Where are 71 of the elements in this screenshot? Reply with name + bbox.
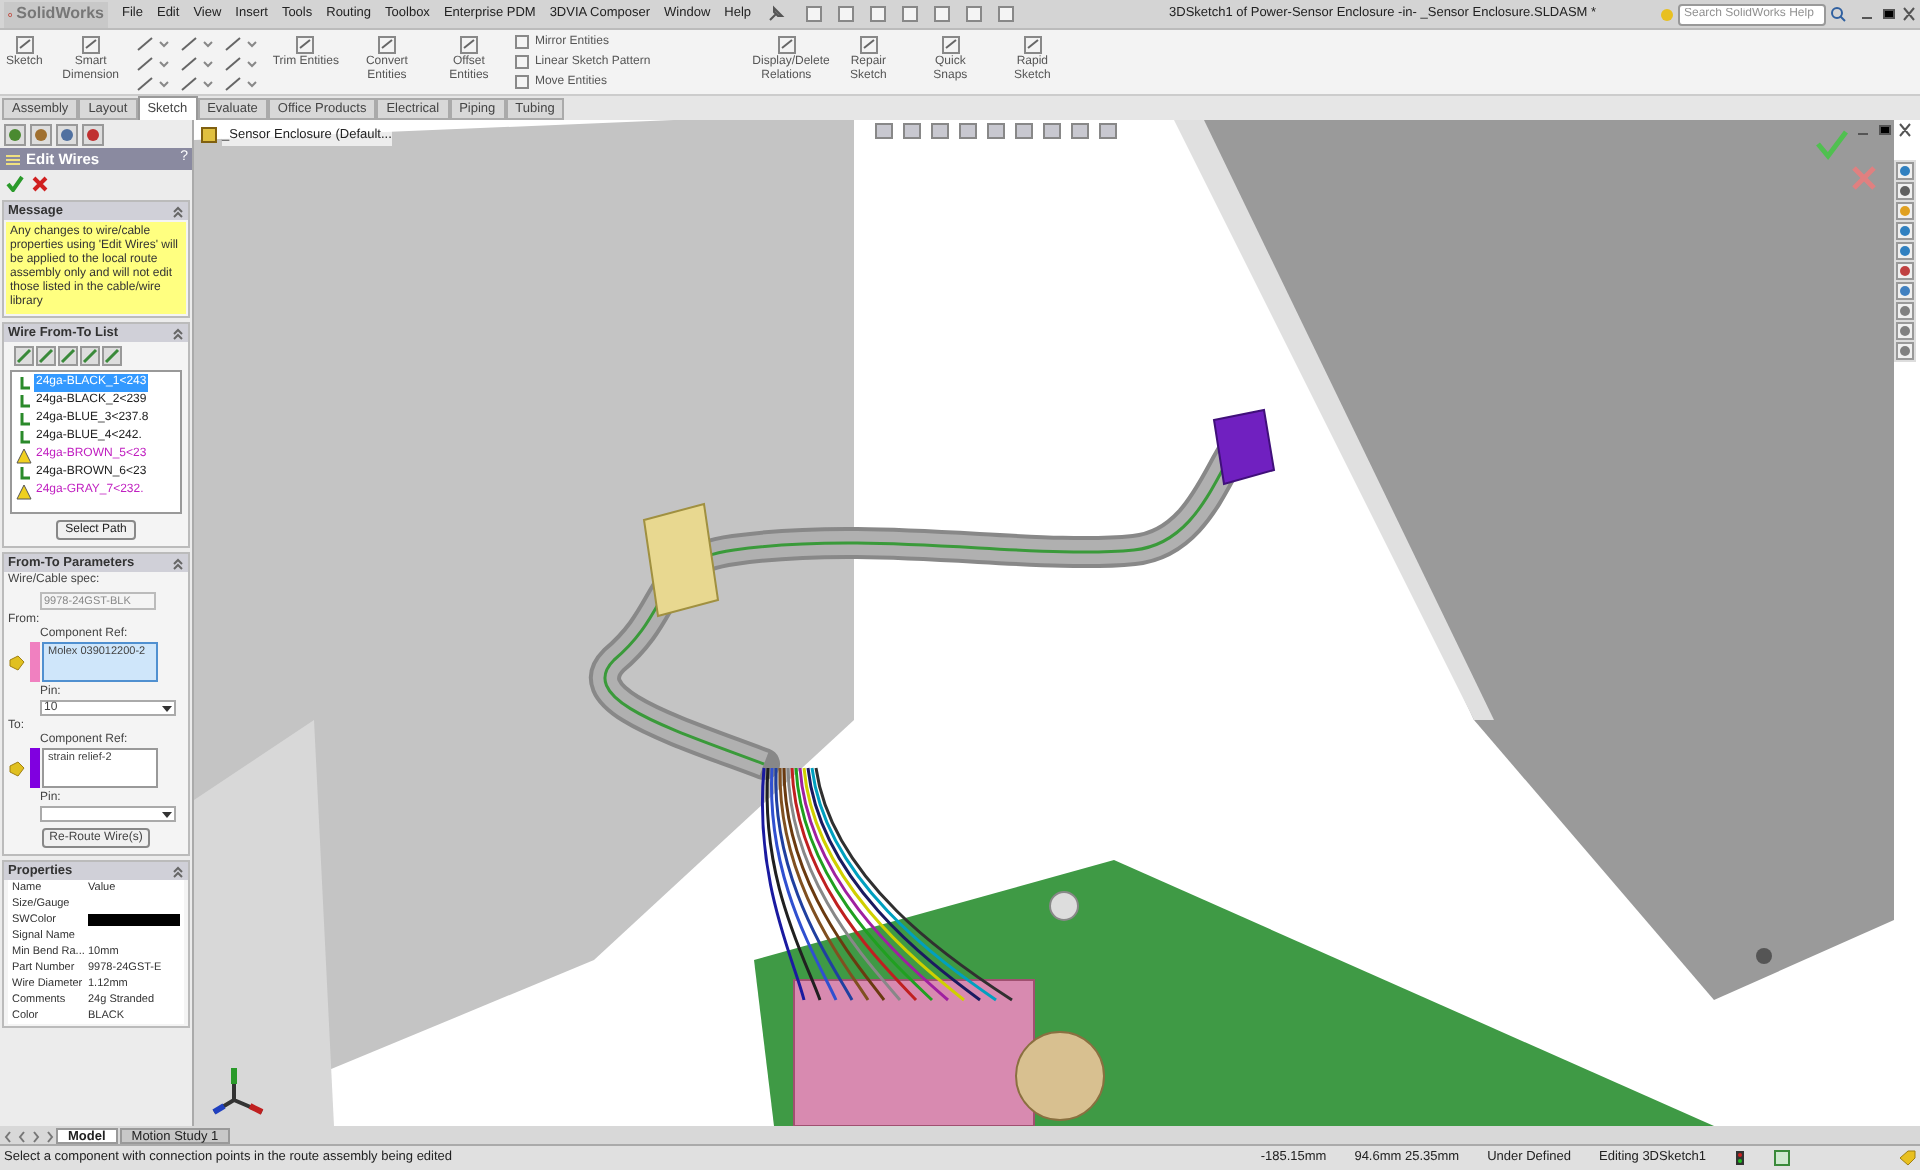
sketch-tool-icon: [224, 56, 261, 72]
cancel-icon[interactable]: [1851, 165, 1877, 191]
logo-text: SolidWorks: [16, 2, 104, 26]
wire-tool-icon: [80, 346, 100, 366]
manager-tab-icon: [4, 123, 26, 145]
wire-tool-icon: [36, 346, 56, 366]
sketch-tool-icon: [180, 36, 217, 52]
task-pane-icon: [1896, 262, 1914, 280]
tool-icon: [294, 34, 317, 56]
sketch-tool-icon: [180, 76, 217, 92]
toolbar-icon: [995, 4, 1016, 24]
axis-triad-icon: [212, 1066, 264, 1115]
component-icon: [8, 759, 26, 777]
collapse-icon: [172, 205, 184, 217]
rebuild-light-icon: [1734, 1150, 1746, 1166]
toolbar-icon: [803, 4, 824, 24]
pin-dropdown[interactable]: [40, 806, 176, 822]
sketch-tool-icon: [136, 36, 173, 52]
window-controls-icon: [1860, 6, 1916, 22]
tool-icon: [375, 34, 398, 56]
tool-icon: [13, 34, 36, 56]
task-pane-icon: [1896, 302, 1914, 320]
toolbar-icon: [835, 4, 856, 24]
task-pane-icon: [1896, 342, 1914, 360]
toolbar-icon: [963, 4, 984, 24]
sketch-tool-icon: [136, 76, 173, 92]
task-pane-icon: [1896, 222, 1914, 240]
wire-tool-icon: [102, 346, 122, 366]
task-pane-icon: [1896, 242, 1914, 260]
tool-icon: [79, 34, 102, 56]
toolbar-icon: [899, 4, 920, 24]
warning-icon: [16, 483, 32, 499]
manager-tab-icon: [30, 123, 52, 145]
cancel-icon: [32, 175, 48, 191]
task-pane-icon: [1896, 182, 1914, 200]
collapse-icon: [172, 865, 184, 877]
sketch-tool-icon: [224, 76, 261, 92]
search-icon: [1830, 6, 1846, 22]
toolbar-icon: [931, 4, 952, 24]
sketch-tool-icon: [180, 56, 217, 72]
wire-tool-icon: [14, 346, 34, 366]
task-pane-icon: [1896, 322, 1914, 340]
confirm-check-icon[interactable]: [1816, 130, 1848, 161]
task-pane-icon: [1896, 202, 1914, 220]
window-controls-icon: [1856, 122, 1912, 138]
task-pane-icon: [1896, 282, 1914, 300]
tool-icon: [775, 34, 798, 56]
tool-icon: [457, 34, 480, 56]
warning-icon: [16, 447, 32, 463]
ok-check-icon: [6, 174, 24, 192]
sketch-tool-icon: [224, 36, 261, 52]
sketch-tool-icon: [136, 56, 173, 72]
tool-icon: [939, 34, 962, 56]
wire-tool-icon: [58, 346, 78, 366]
help-bulb-icon: [1660, 7, 1674, 21]
wires-icon: [4, 151, 22, 167]
tab-scroll-icon: [4, 1130, 54, 1144]
toolbar-icon: [867, 4, 888, 24]
component-icon: [8, 653, 26, 671]
tag-icon: [1898, 1150, 1916, 1166]
assembly-icon: [200, 126, 218, 145]
task-pane-icon: [1896, 162, 1914, 180]
tool-icon: [857, 34, 880, 56]
collapse-icon: [172, 327, 184, 339]
manager-tab-icon: [56, 123, 78, 145]
collapse-icon: [172, 557, 184, 569]
tool-icon: [1021, 34, 1044, 56]
manager-tab-icon: [82, 123, 104, 145]
wire-icon: [16, 465, 32, 481]
dropdown-caret-icon: [162, 705, 172, 711]
dropdown-caret-icon: [162, 811, 172, 817]
